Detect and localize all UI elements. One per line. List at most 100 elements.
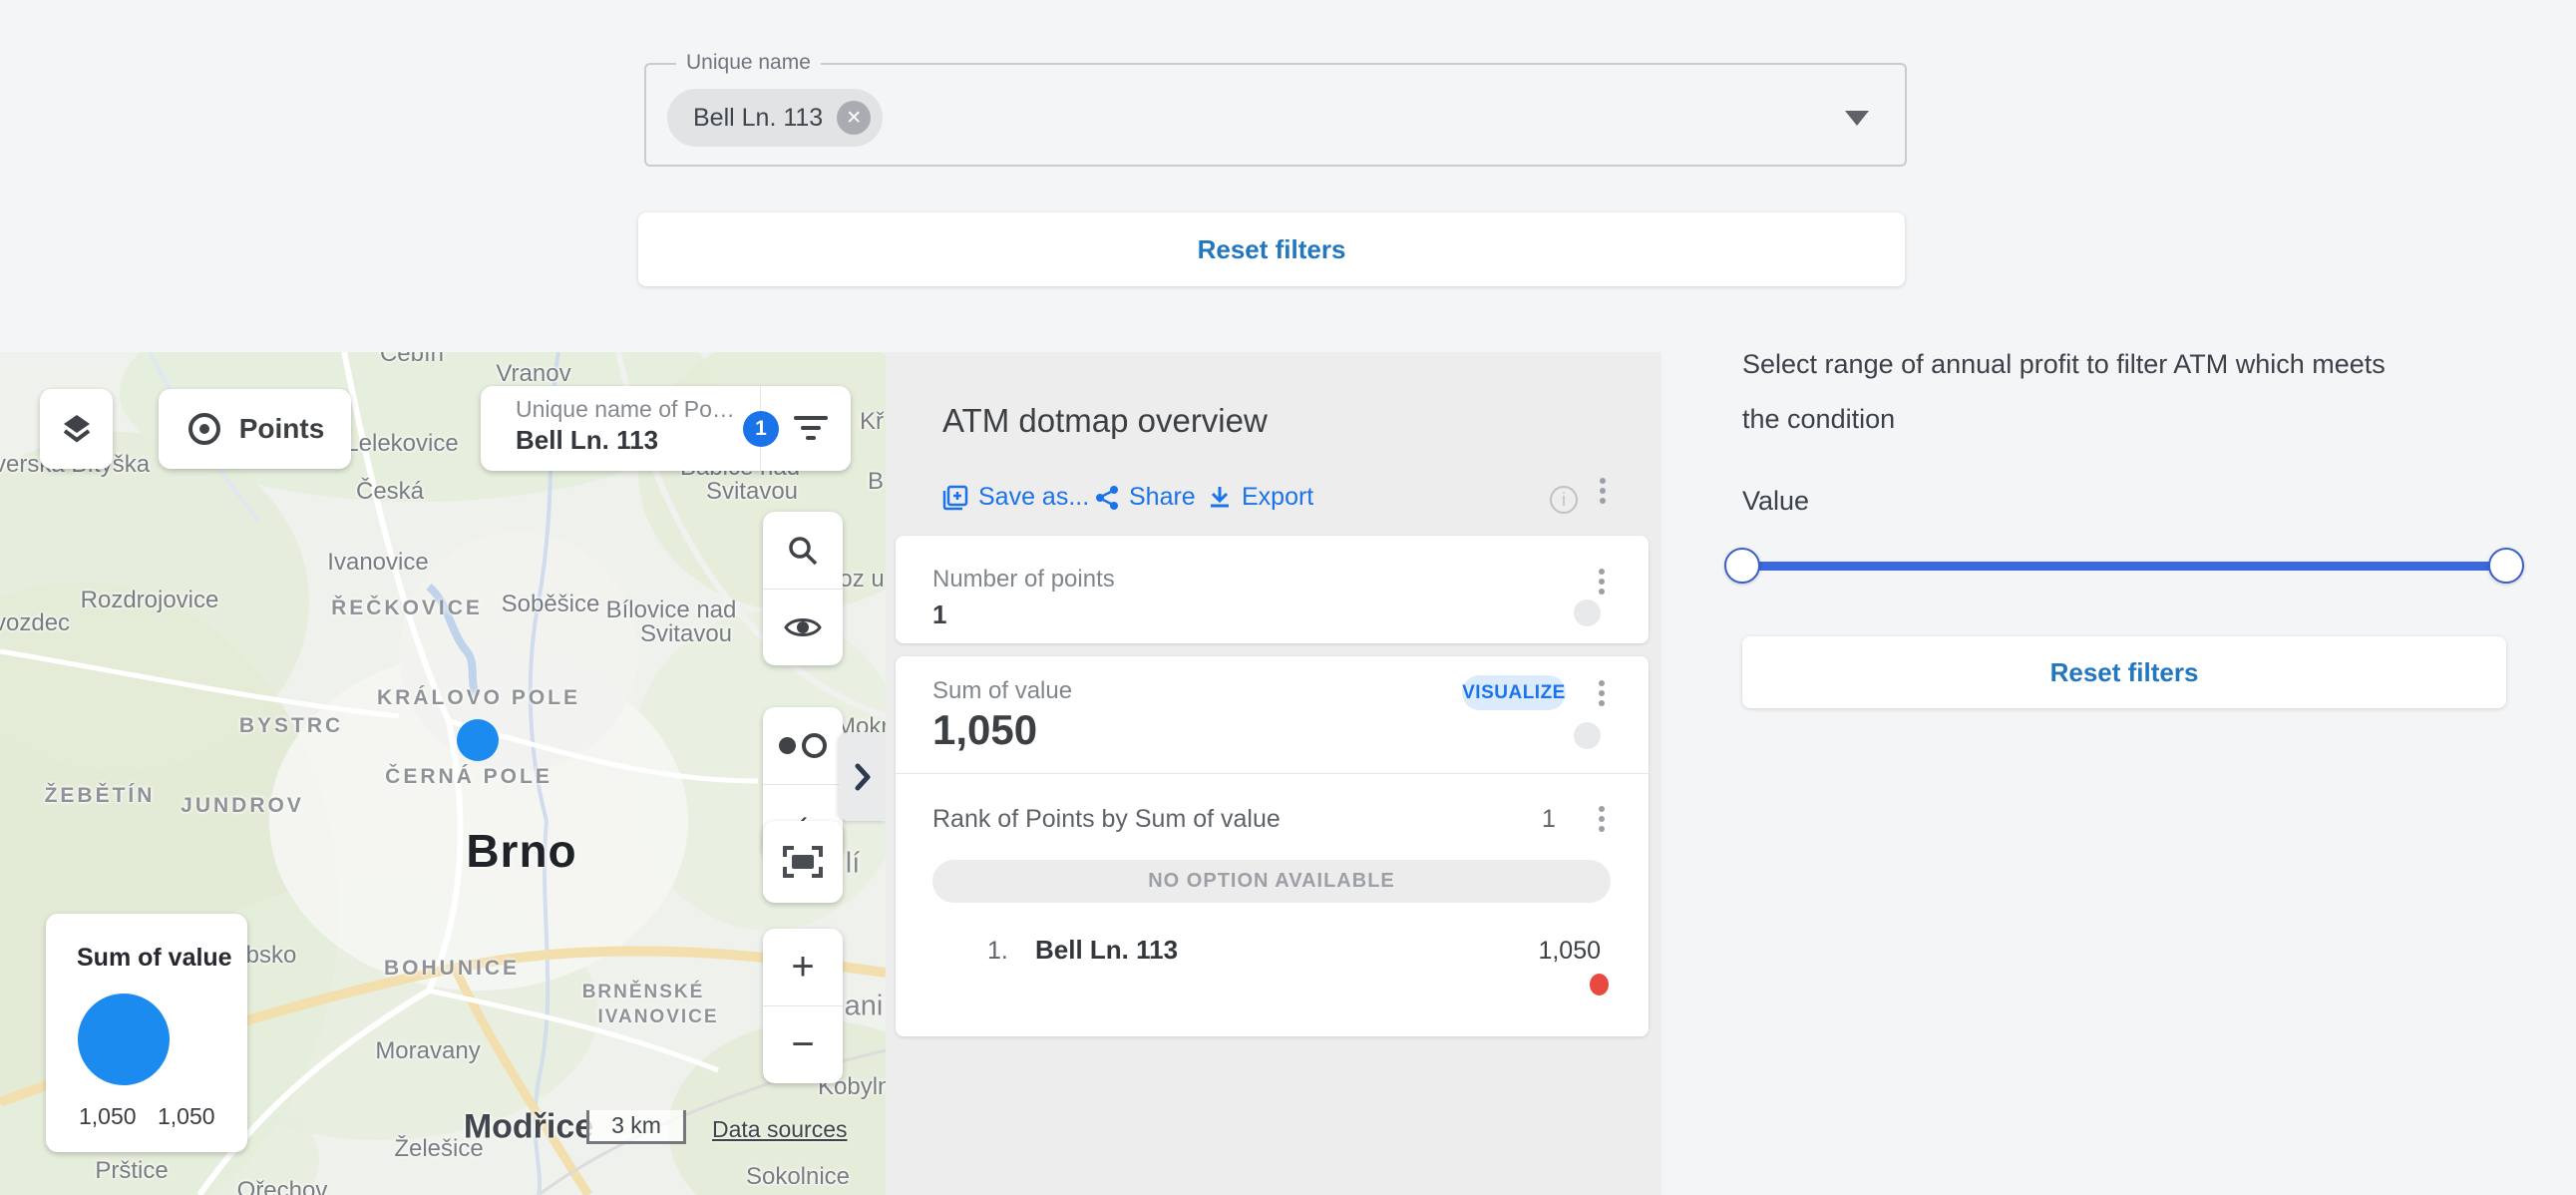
chevron-down-icon[interactable] <box>1845 111 1869 126</box>
map-label: Želešice <box>394 1135 483 1163</box>
card-kebab-menu[interactable] <box>1599 569 1605 575</box>
map-label: JUNDROV <box>181 794 304 818</box>
drag-handle[interactable] <box>1574 599 1601 626</box>
map-label-brno: Brno <box>466 824 576 878</box>
export-icon <box>1208 485 1232 511</box>
filter-icon[interactable] <box>793 416 829 446</box>
filter-chip-bell-ln-113[interactable]: Bell Ln. 113 ✕ <box>667 89 883 147</box>
map-search-button[interactable] <box>763 512 843 589</box>
data-sources-link[interactable]: Data sources <box>712 1116 848 1143</box>
legend-circle-symbol <box>78 994 170 1085</box>
fit-bounds-button[interactable] <box>763 821 843 903</box>
drag-handle[interactable] <box>1574 722 1601 749</box>
filter-count-badge: 1 <box>743 411 779 447</box>
share-button[interactable]: Share <box>1095 483 1196 512</box>
layers-button[interactable] <box>40 389 113 469</box>
slider-handle-max[interactable] <box>2488 548 2524 584</box>
map-label: BOHUNICE <box>384 957 520 981</box>
unique-name-filter[interactable]: Unique name Bell Ln. 113 ✕ <box>644 63 1907 167</box>
no-option-pill: NO OPTION AVAILABLE <box>932 860 1611 903</box>
card-value: 1,050 <box>932 706 1037 754</box>
map-legend-card: Sum of value 1,050 1,050 <box>46 914 247 1152</box>
map-label: Sokolnice <box>746 1163 850 1191</box>
rank-kebab-menu[interactable] <box>1599 806 1605 812</box>
filter-chip-label: Bell Ln. 113 <box>693 104 823 133</box>
range-filter-heading: Select range of annual profit to filter … <box>1742 337 2510 447</box>
map-label: KRÁLOVO POLE <box>377 686 580 710</box>
legend-title: Sum of value <box>77 944 232 973</box>
scale-label: 3 km <box>611 1112 661 1139</box>
chevron-right-icon <box>854 763 872 791</box>
points-button-label: Points <box>239 413 325 445</box>
map-label: Soběšice <box>502 591 600 618</box>
card-label: Number of points <box>932 566 1115 594</box>
eye-icon <box>784 614 822 640</box>
rank-row-index: 1. <box>987 937 1008 966</box>
map-label: Svitavou <box>640 620 732 648</box>
map-label: Moravany <box>375 1037 480 1065</box>
rank-title: Rank of Points by Sum of value <box>932 805 1281 834</box>
sum-of-value-card: Sum of value 1,050 VISUALIZE Rank of Poi… <box>896 656 1649 1036</box>
dot-circle-compare-button[interactable] <box>763 707 843 784</box>
range-filter-heading-line1: Select range of annual profit to filter … <box>1742 337 2510 392</box>
points-icon <box>185 410 223 448</box>
map-label: Lelekovice <box>345 430 458 458</box>
map-label: Kř <box>860 408 884 436</box>
rank-row-color-dot <box>1590 974 1609 996</box>
map-label: Ivanovice <box>327 549 428 577</box>
map-label: Vranov <box>496 360 570 388</box>
map-data-point[interactable] <box>457 719 499 761</box>
chip-close-icon[interactable]: ✕ <box>837 101 871 135</box>
visualize-badge[interactable]: VISUALIZE <box>1462 675 1566 710</box>
reset-filters-button-top[interactable]: Reset filters <box>638 212 1905 286</box>
fullscreen-icon <box>783 846 823 878</box>
zoom-control-group: + − <box>763 929 843 1083</box>
dashboard-panel: ATM dotmap overview Save as... Share Exp… <box>886 352 1661 1195</box>
card-label: Sum of value <box>932 677 1072 705</box>
map-label: IVANOVICE <box>597 1006 718 1028</box>
map-label: ŘEČKOVICE <box>331 597 483 620</box>
expand-panel-tab[interactable] <box>839 732 886 821</box>
value-range-slider[interactable] <box>1742 544 2506 588</box>
card-kebab-menu[interactable] <box>1599 680 1605 686</box>
rank-row-value: 1,050 <box>1538 937 1601 966</box>
ring-icon <box>802 733 827 758</box>
map-label: Prštice <box>95 1157 168 1185</box>
zoom-in-button[interactable]: + <box>763 929 843 1005</box>
dashboard-title: ATM dotmap overview <box>942 402 1268 440</box>
map-label: ŽEBĚTÍN <box>45 784 156 808</box>
zoom-out-button[interactable]: − <box>763 1006 843 1083</box>
unique-name-filter-label: Unique name <box>676 51 821 75</box>
save-as-button[interactable]: Save as... <box>942 483 1089 512</box>
save-as-label: Save as... <box>978 483 1089 512</box>
map-canvas[interactable]: Čebín Vranov Lelekovice Babice nad Svita… <box>0 352 886 1195</box>
rank-count: 1 <box>1542 805 1556 834</box>
share-icon <box>1095 485 1119 511</box>
map-label: ani <box>845 991 884 1023</box>
search-icon <box>786 534 820 568</box>
map-scale-bar: 3 km <box>586 1110 686 1144</box>
points-layer-button[interactable]: Points <box>159 389 351 469</box>
map-label: Rozdrojovice <box>81 587 219 614</box>
export-button[interactable]: Export <box>1208 483 1313 512</box>
range-filter-heading-line2: the condition <box>1742 392 2510 447</box>
map-label: B <box>868 468 884 496</box>
map-visibility-button[interactable] <box>763 590 843 665</box>
divider <box>896 773 1649 774</box>
info-icon[interactable]: i <box>1550 486 1578 514</box>
map-label: Ořechov <box>237 1177 328 1195</box>
map-label: Čebín <box>380 352 444 368</box>
map-filter-card[interactable]: Unique name of Po… Bell Ln. 113 1 <box>481 386 851 471</box>
map-label: BYSTRC <box>239 714 343 738</box>
slider-track[interactable] <box>1742 562 2506 571</box>
atm-dotmap-app: { "theme": { "accent": "#1a73e8", "legen… <box>0 0 2576 1195</box>
map-label: bsko <box>246 942 297 970</box>
rank-row-name[interactable]: Bell Ln. 113 <box>1035 935 1178 966</box>
number-of-points-card: Number of points 1 <box>896 536 1649 643</box>
slider-handle-min[interactable] <box>1724 548 1760 584</box>
reset-filters-button-right[interactable]: Reset filters <box>1742 636 2506 708</box>
share-label: Share <box>1129 483 1196 512</box>
dashboard-kebab-menu[interactable] <box>1600 478 1606 484</box>
filled-dot-icon <box>779 737 796 754</box>
layers-icon <box>59 411 95 447</box>
